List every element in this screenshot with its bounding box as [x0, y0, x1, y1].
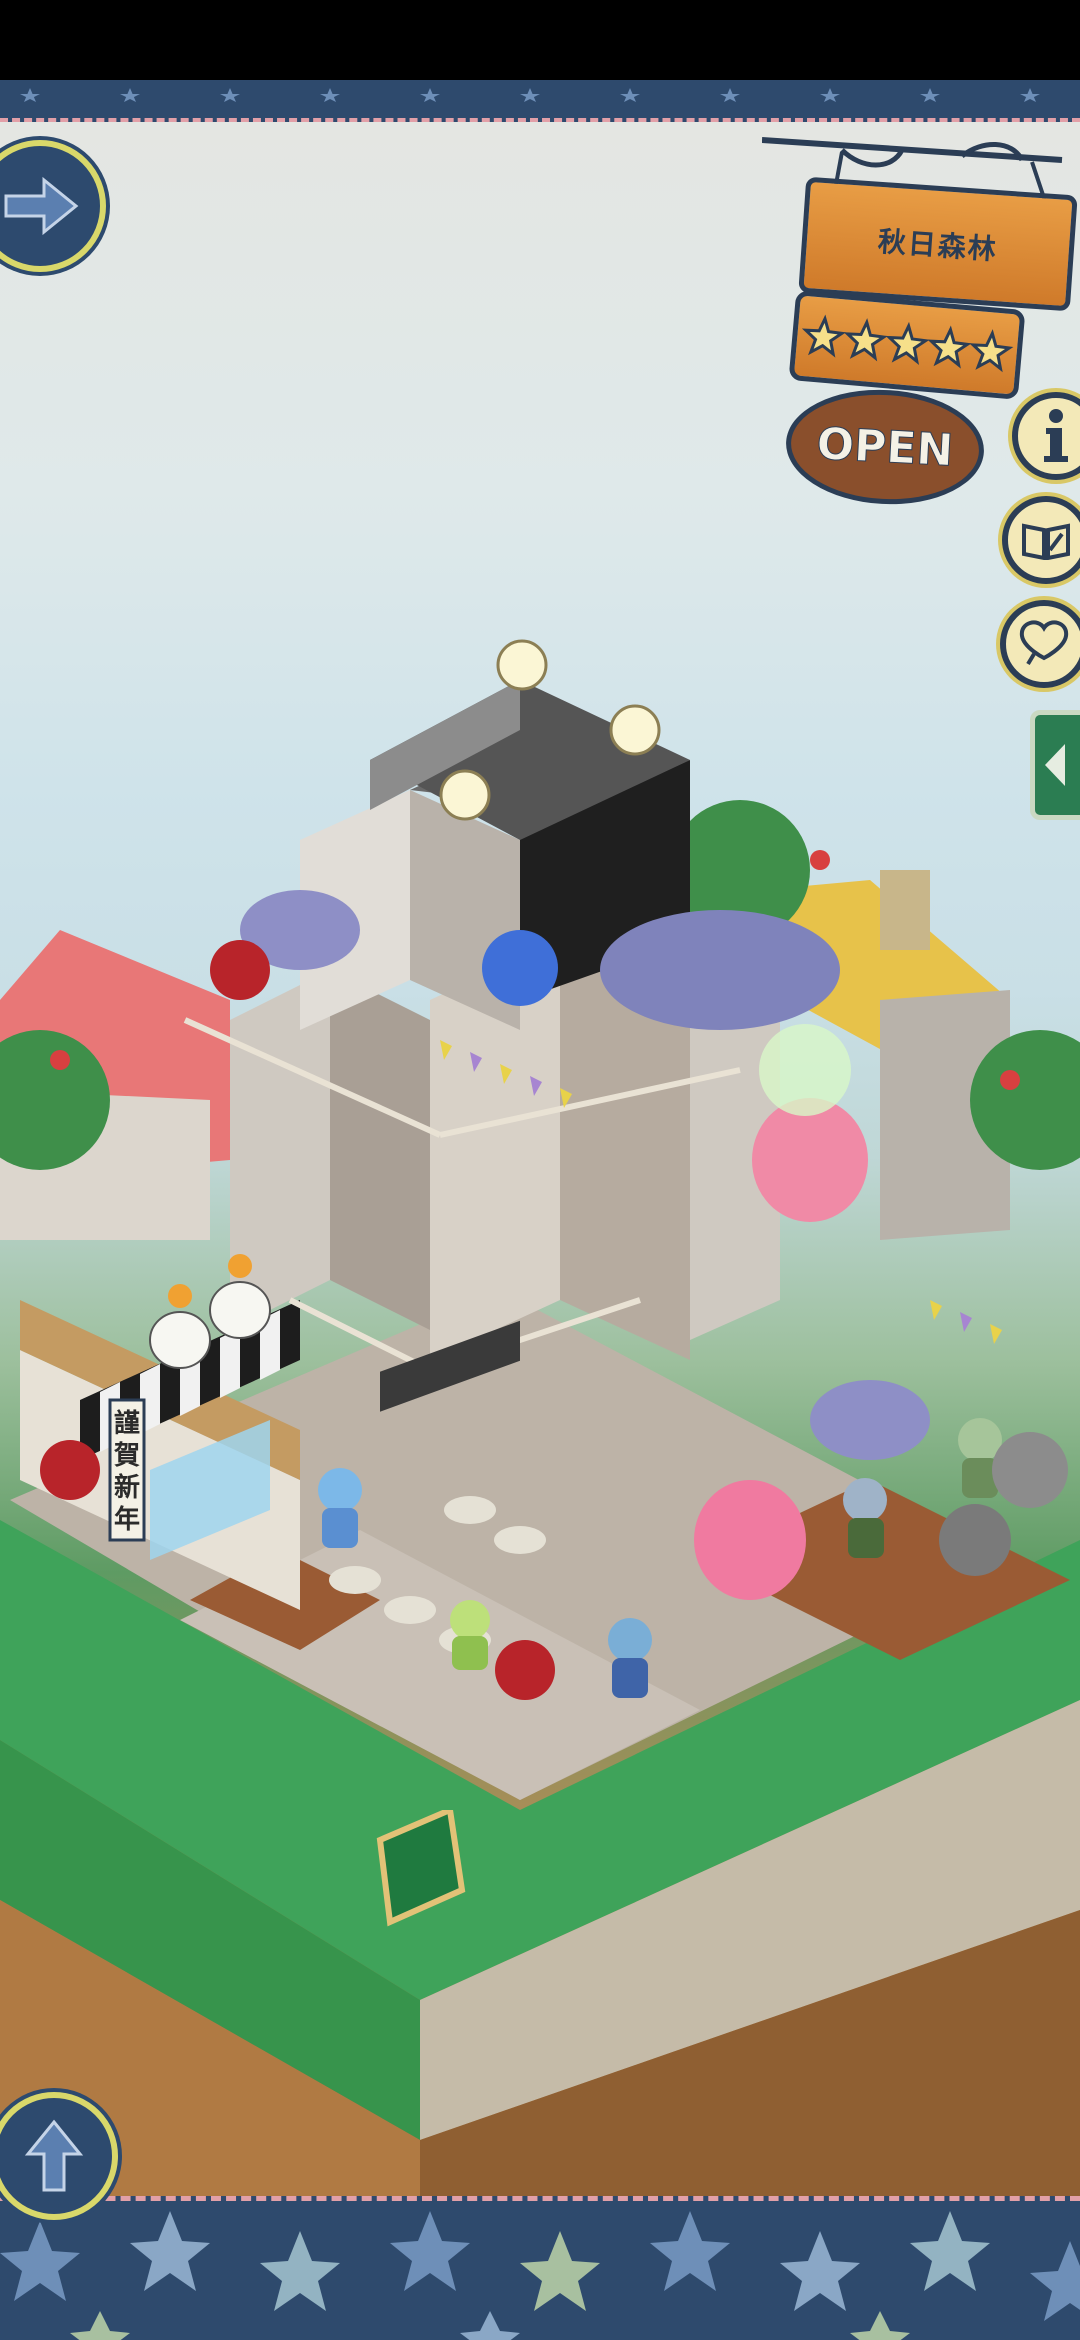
- heart-icon: [1019, 620, 1069, 666]
- top-star-border: [0, 80, 1080, 122]
- shop-name-sign[interactable]: 秋日森林: [798, 176, 1078, 312]
- side-panel-toggle[interactable]: [1030, 710, 1080, 820]
- rating-star: [801, 314, 847, 358]
- firework: [759, 1024, 851, 1116]
- open-status-label: OPEN: [815, 417, 955, 477]
- star-pattern: [20, 88, 1040, 102]
- favorites-button[interactable]: [1000, 600, 1080, 688]
- star-pattern: [0, 2211, 1080, 2340]
- rooftop-lamp: [496, 639, 548, 691]
- arrow-up-icon: [24, 2119, 84, 2192]
- arrow-right-icon: [4, 176, 79, 236]
- rating-stars: [801, 314, 1014, 373]
- flower-pot: [495, 1640, 555, 1700]
- shop-name: 秋日森林: [876, 224, 999, 267]
- rating-star: [969, 329, 1014, 373]
- pink-tree: [752, 1098, 868, 1222]
- rating-star: [927, 325, 972, 369]
- game-screen: 謹賀新年 秋日森林 OPEN: [0, 0, 1080, 2340]
- rating-star: [843, 318, 888, 362]
- bottom-star-border: [0, 2196, 1080, 2340]
- info-icon: [1044, 409, 1068, 462]
- chevron-left-icon: [1045, 744, 1065, 786]
- menu-book-button[interactable]: [1002, 496, 1080, 584]
- status-bar: [0, 0, 1080, 80]
- flower-pot: [40, 1440, 100, 1500]
- cafe-building[interactable]: 謹賀新年: [0, 620, 1080, 2140]
- shaved-ice-sculpture: [482, 930, 558, 1006]
- rooftop-lamp: [439, 769, 491, 821]
- decor-sphere: [939, 1504, 1011, 1576]
- pink-tree: [694, 1480, 806, 1600]
- lawn-placard[interactable]: [370, 1810, 468, 1928]
- rating-star: [885, 321, 930, 365]
- book-icon: [1022, 523, 1070, 560]
- rooftop-lamp: [609, 704, 661, 756]
- flower-pot: [210, 940, 270, 1000]
- decor-sphere: [992, 1432, 1068, 1508]
